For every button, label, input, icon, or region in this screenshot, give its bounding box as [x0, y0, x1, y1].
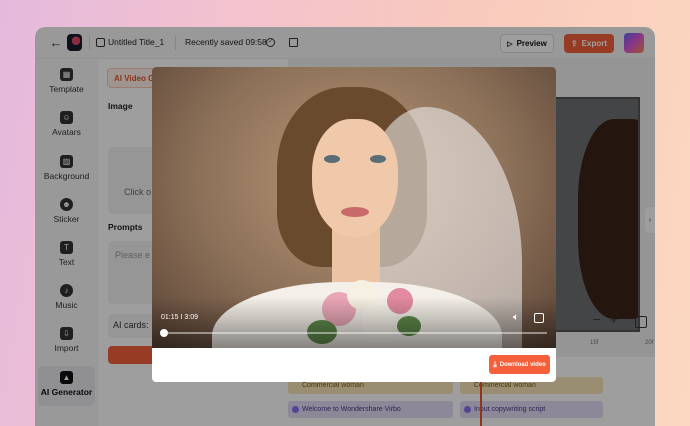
- video-player[interactable]: 01:15 I 3:09 🔈︎: [152, 67, 556, 348]
- time-separator: I: [180, 314, 183, 321]
- video-progress-bar[interactable]: [160, 329, 547, 337]
- total-time: 3:09: [184, 314, 199, 321]
- video-frame-image: [341, 207, 369, 217]
- fullscreen-icon[interactable]: [534, 313, 544, 323]
- volume-icon[interactable]: 🔈︎: [513, 312, 525, 324]
- video-frame-image: [324, 155, 340, 163]
- progress-knob[interactable]: [160, 329, 168, 337]
- video-frame-image: [370, 155, 386, 163]
- download-video-button[interactable]: ⤓ Download video: [489, 355, 550, 374]
- current-time: 01:15: [161, 314, 179, 321]
- download-icon: ⤓: [493, 359, 497, 369]
- video-time: 01:15 I 3:09: [161, 314, 198, 321]
- download-label: Download video: [499, 361, 546, 368]
- video-preview-modal: 01:15 I 3:09 🔈︎ ⤓ Download video: [152, 67, 556, 382]
- video-controls-shade: [152, 297, 556, 348]
- video-frame-image: [312, 119, 398, 237]
